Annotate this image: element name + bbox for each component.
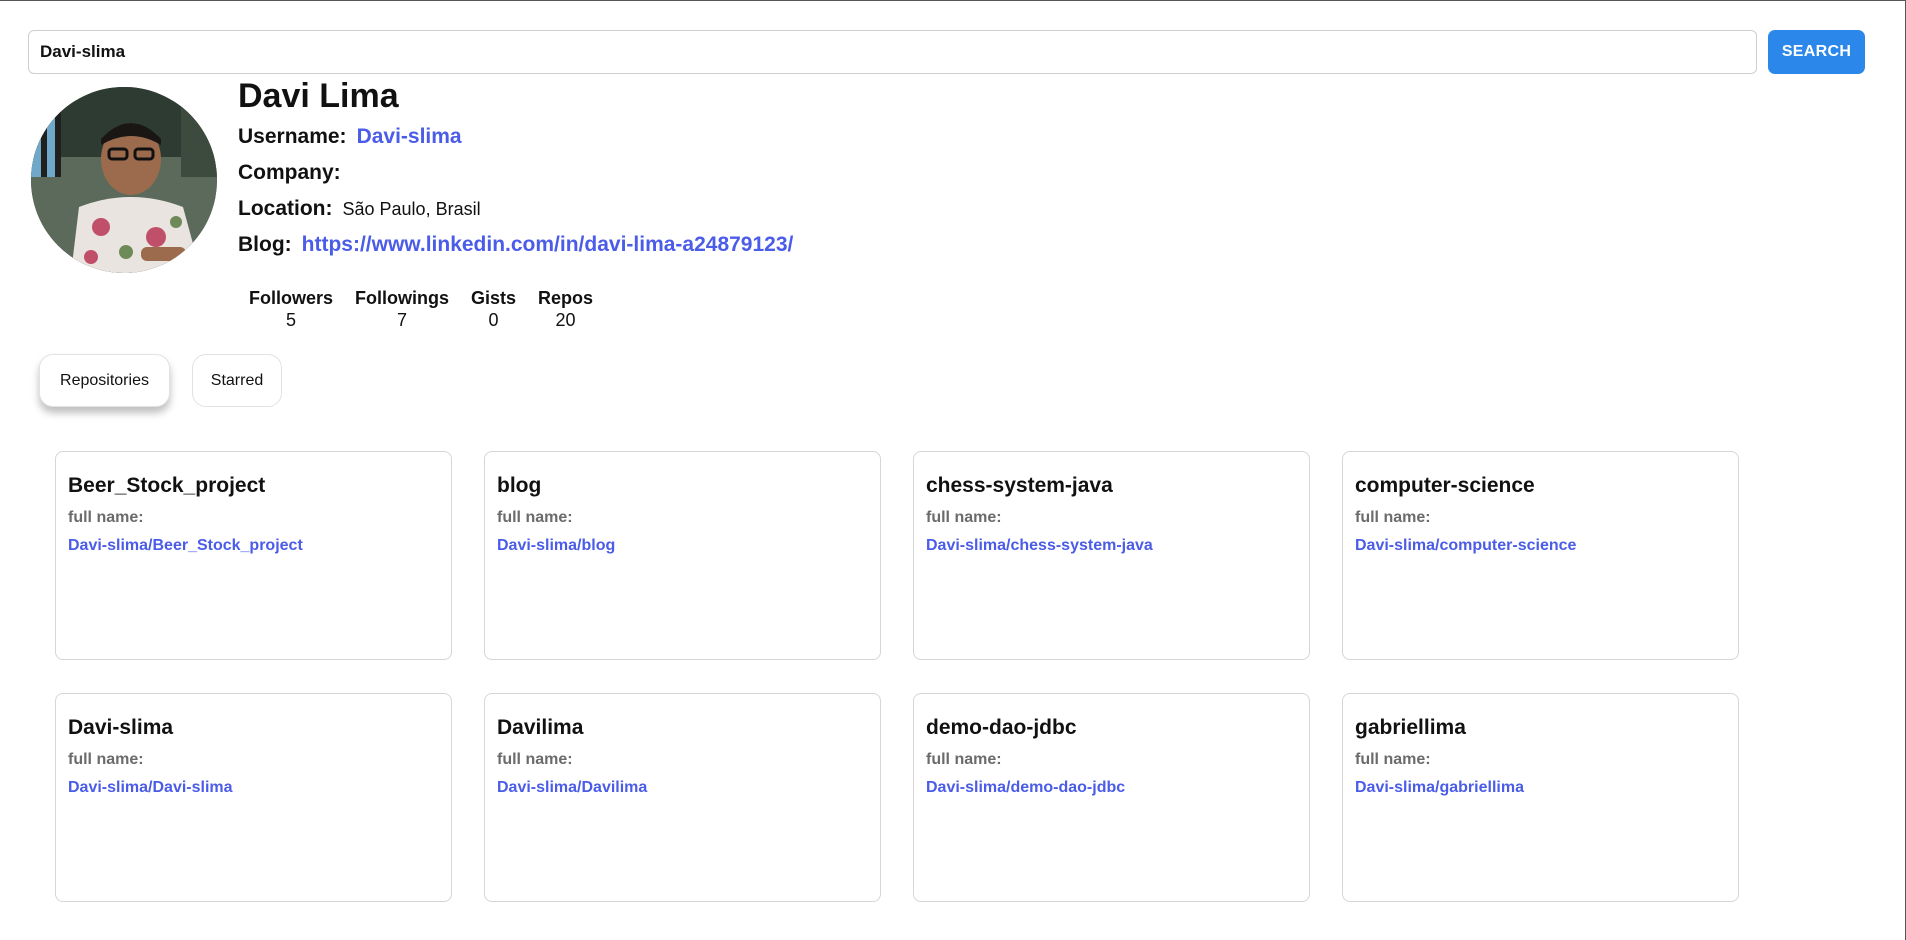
tab-starred[interactable]: Starred [192,354,282,407]
location-row: Location: São Paulo, Brasil [238,197,481,221]
username-label: Username: [238,125,347,148]
location-label: Location: [238,197,333,220]
blog-label: Blog: [238,233,292,256]
repo-full-name-label: full name: [926,509,1002,526]
stats: Followers 5 Followings 7 Gists 0 Repos 2… [238,288,604,331]
repo-name: Davi-slima [68,716,174,739]
stat-gists: Gists 0 [471,288,516,331]
username-row: Username: Davi-slima [238,125,462,149]
repo-name: chess-system-java [926,474,1113,497]
repo-card[interactable]: blog full name: Davi-slima/blog [484,451,881,660]
repo-full-name-link[interactable]: Davi-slima/blog [497,537,868,555]
stat-followers: Followers 5 [249,288,333,331]
repo-card[interactable]: Davilima full name: Davi-slima/Davilima [484,693,881,902]
repo-name: Davilima [497,716,584,739]
avatar [31,87,217,273]
repo-full-name-label: full name: [68,751,144,768]
repo-full-name-link[interactable]: Davi-slima/demo-dao-jdbc [926,779,1297,797]
repo-name: blog [497,474,542,497]
repo-full-name-link[interactable]: Davi-slima/Beer_Stock_project [68,537,439,555]
stat-value: 5 [286,310,297,330]
repo-name: Beer_Stock_project [68,474,266,497]
repo-full-name-label: full name: [926,751,1002,768]
repo-name: demo-dao-jdbc [926,716,1077,739]
stat-label: Repos [538,288,594,308]
blog-link[interactable]: https://www.linkedin.com/in/davi-lima-a2… [302,233,794,257]
repo-name: computer-science [1355,474,1535,497]
repo-card[interactable]: chess-system-java full name: Davi-slima/… [913,451,1310,660]
stat-label: Followings [355,288,450,308]
tab-repositories[interactable]: Repositories [39,354,170,407]
username-link[interactable]: Davi-slima [357,125,462,149]
repo-full-name-link[interactable]: Davi-slima/computer-science [1355,537,1726,555]
stat-label: Gists [471,288,517,308]
search-input[interactable] [28,30,1757,74]
repo-full-name-link[interactable]: Davi-slima/Davi-slima [68,779,439,797]
repo-full-name-link[interactable]: Davi-slima/gabriellima [1355,779,1726,797]
stat-repos: Repos 20 [538,288,593,331]
repo-card[interactable]: Davi-slima full name: Davi-slima/Davi-sl… [55,693,452,902]
search-bar: SEARCH [28,30,1865,74]
repo-full-name-label: full name: [497,751,573,768]
repo-card[interactable]: Beer_Stock_project full name: Davi-slima… [55,451,452,660]
profile-name: Davi Lima [238,77,399,115]
repo-full-name-label: full name: [1355,751,1431,768]
company-label: Company: [238,161,341,184]
stat-label: Followers [249,288,334,308]
repo-full-name-link[interactable]: Davi-slima/chess-system-java [926,537,1297,555]
repo-card[interactable]: demo-dao-jdbc full name: Davi-slima/demo… [913,693,1310,902]
repo-full-name-label: full name: [1355,509,1431,526]
stat-value: 7 [397,310,408,330]
location-value: São Paulo, Brasil [342,199,481,219]
stat-value: 0 [488,310,499,330]
search-button[interactable]: SEARCH [1768,30,1865,74]
repo-full-name-link[interactable]: Davi-slima/Davilima [497,779,868,797]
stat-value: 20 [555,310,576,330]
repo-card[interactable]: computer-science full name: Davi-slima/c… [1342,451,1739,660]
repo-full-name-label: full name: [497,509,573,526]
stat-followings: Followings 7 [355,288,449,331]
company-row: Company: [238,161,351,185]
blog-row: Blog: https://www.linkedin.com/in/davi-l… [238,233,793,257]
repo-name: gabriellima [1355,716,1466,739]
avatar-photo [31,87,217,273]
repo-full-name-label: full name: [68,509,144,526]
repo-card[interactable]: gabriellima full name: Davi-slima/gabrie… [1342,693,1739,902]
